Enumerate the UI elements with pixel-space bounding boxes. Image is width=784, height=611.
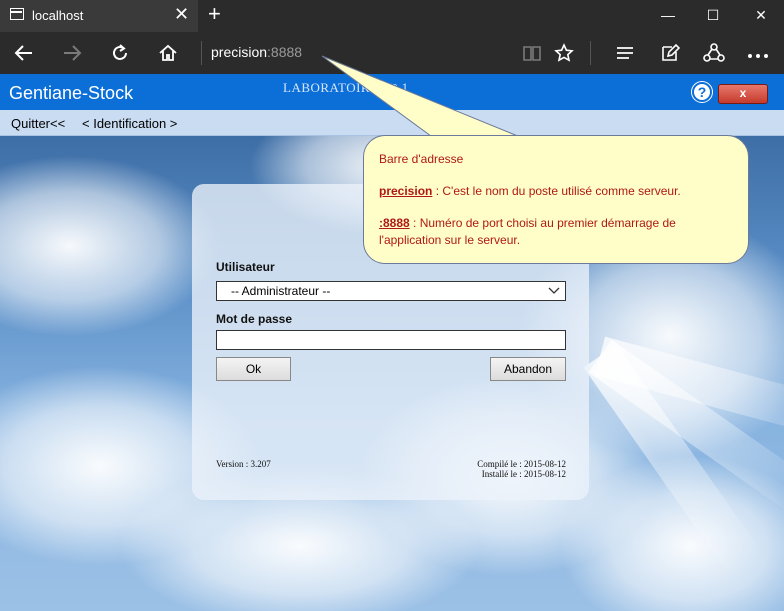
callout-text-port: : Numéro de port choisi au premier démar… xyxy=(409,216,676,230)
callout-pointer-cover xyxy=(433,137,525,140)
callout-line-2: :8888 : Numéro de port choisi au premier… xyxy=(379,216,676,230)
callout-key-port: :8888 xyxy=(379,216,410,230)
callout-title: Barre d'adresse xyxy=(379,152,464,166)
callout-text-host: : C'est le nom du poste utilisé comme se… xyxy=(432,184,681,198)
callout-key-host: precision xyxy=(379,184,433,198)
callout-line-3: l'application sur le serveur. xyxy=(379,233,521,247)
callout-line-1: precision : C'est le nom du poste utilis… xyxy=(379,184,681,198)
